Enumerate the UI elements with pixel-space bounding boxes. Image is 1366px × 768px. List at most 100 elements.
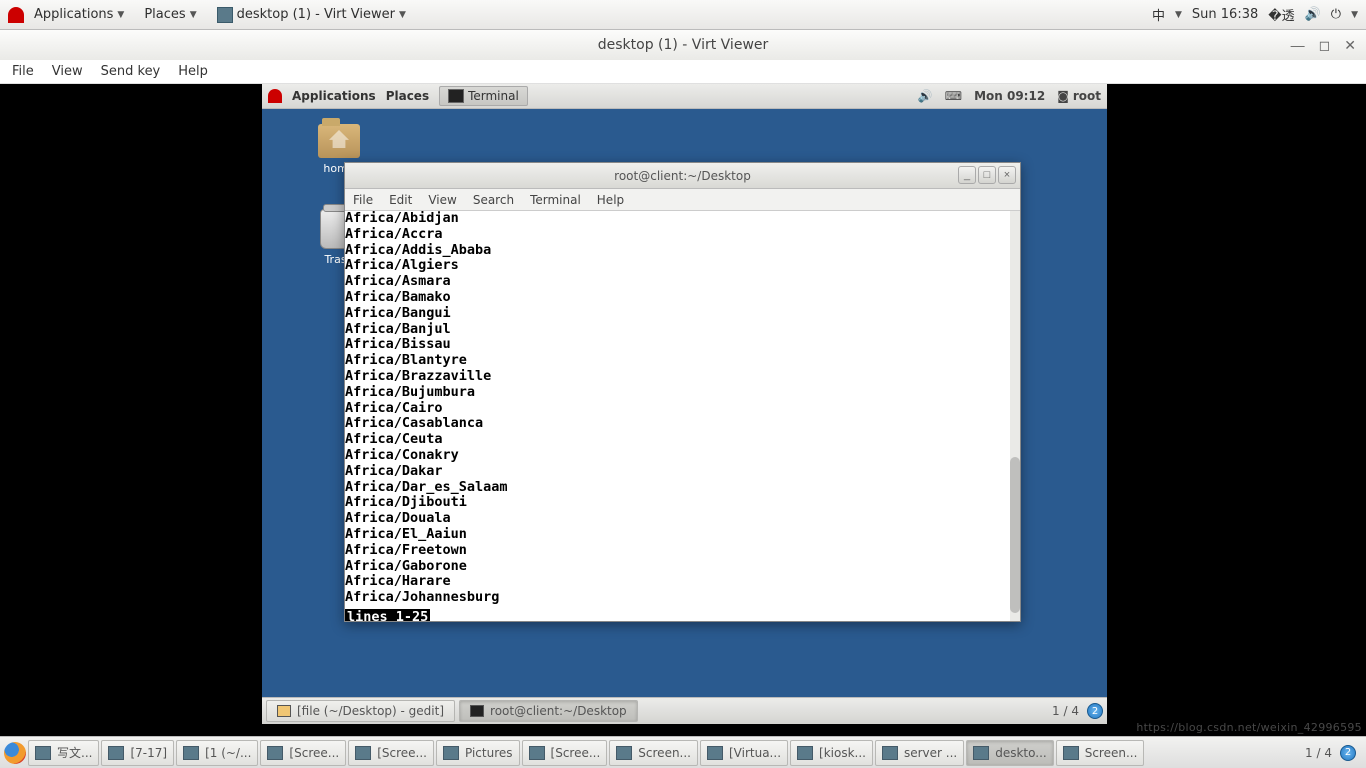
- taskbar-label: Pictures: [465, 746, 513, 760]
- guest-places-menu[interactable]: Places: [386, 89, 429, 103]
- app-icon: [1063, 746, 1079, 760]
- host-top-panel: Applications ▼ Places ▼ desktop (1) - Vi…: [0, 0, 1366, 30]
- guest-active-task[interactable]: Terminal: [439, 86, 528, 106]
- host-bottom-panel: 写文... [7-17] [1 (~/... [Scree... [Scree... Pi…: [0, 736, 1366, 768]
- host-taskbar-item[interactable]: [7-17]: [101, 740, 174, 766]
- virt-viewer-menubar: File View Send key Help: [0, 60, 1366, 84]
- host-taskbar-item[interactable]: [Scree...: [260, 740, 346, 766]
- host-taskbar-item[interactable]: [Scree...: [522, 740, 608, 766]
- terminal-menu-file[interactable]: File: [353, 193, 373, 207]
- app-icon: [529, 746, 545, 760]
- virt-viewer-window: desktop (1) - Virt Viewer — ◻ ✕ File Vie…: [0, 30, 1366, 736]
- user-icon: ◙: [1057, 89, 1069, 103]
- guest-applications-menu[interactable]: Applications: [292, 89, 376, 103]
- guest-top-panel: Applications Places Terminal 🔊 ⌨ Mon 09:…: [262, 84, 1107, 109]
- guest-volume-icon[interactable]: 🔊: [918, 89, 933, 103]
- power-icon[interactable]: ⏻: [1331, 7, 1341, 22]
- terminal-icon: [448, 89, 464, 103]
- clock[interactable]: Sun 16:38: [1192, 7, 1258, 22]
- host-taskbar-item[interactable]: 写文...: [28, 740, 99, 766]
- terminal-menu-help[interactable]: Help: [597, 193, 624, 207]
- taskbar-label: Screen...: [1085, 746, 1138, 760]
- app-icon: [267, 746, 283, 760]
- app-icon: [707, 746, 723, 760]
- terminal-icon: [470, 705, 484, 717]
- guest-display-frame: Applications Places Terminal 🔊 ⌨ Mon 09:…: [0, 84, 1366, 736]
- terminal-close-button[interactable]: ×: [998, 166, 1016, 184]
- terminal-output: Africa/Abidjan Africa/Accra Africa/Addis…: [345, 211, 1020, 606]
- app-icon: [797, 746, 813, 760]
- host-taskbar-item[interactable]: [kiosk...: [790, 740, 873, 766]
- app-icon: [973, 746, 989, 760]
- taskbar-label: [kiosk...: [819, 746, 866, 760]
- taskbar-label: [Scree...: [551, 746, 601, 760]
- taskbar-label: deskto...: [995, 746, 1046, 760]
- gedit-icon: [277, 705, 291, 717]
- taskbar-label: [Scree...: [289, 746, 339, 760]
- window-title: desktop (1) - Virt Viewer: [598, 37, 769, 53]
- guest-clock[interactable]: Mon 09:12: [974, 89, 1045, 103]
- app-icon: [183, 746, 199, 760]
- app-icon: [355, 746, 371, 760]
- terminal-window: root@client:~/Desktop _ □ × File Edit Vi…: [344, 162, 1021, 622]
- input-method-indicator[interactable]: 中: [1152, 5, 1165, 24]
- terminal-menu-edit[interactable]: Edit: [389, 193, 412, 207]
- workspace-switcher[interactable]: 2: [1087, 703, 1103, 719]
- terminal-scrollbar[interactable]: [1010, 211, 1020, 621]
- active-app-menu[interactable]: desktop (1) - Virt Viewer ▼: [213, 7, 410, 23]
- app-icon: [35, 746, 51, 760]
- terminal-maximize-button[interactable]: □: [978, 166, 996, 184]
- terminal-minimize-button[interactable]: _: [958, 166, 976, 184]
- host-taskbar-item[interactable]: [1 (~/...: [176, 740, 258, 766]
- scrollbar-thumb[interactable]: [1010, 457, 1020, 613]
- pager-status: lines 1-25: [345, 609, 430, 621]
- maximize-button[interactable]: ◻: [1319, 37, 1331, 54]
- terminal-title: root@client:~/Desktop: [614, 169, 751, 183]
- guest-desktop[interactable]: Applications Places Terminal 🔊 ⌨ Mon 09:…: [262, 84, 1107, 724]
- menu-sendkey[interactable]: Send key: [101, 64, 161, 79]
- wifi-icon[interactable]: �透: [1268, 5, 1294, 24]
- menu-help[interactable]: Help: [178, 64, 208, 79]
- taskbar-label: [Virtua...: [729, 746, 781, 760]
- minimize-button[interactable]: —: [1291, 37, 1305, 54]
- host-taskbar-item[interactable]: [Scree...: [348, 740, 434, 766]
- workspace-label: 1 / 4: [1052, 704, 1079, 718]
- host-taskbar-item[interactable]: [Virtua...: [700, 740, 788, 766]
- guest-distro-logo-icon: [268, 89, 282, 103]
- app-icon: [882, 746, 898, 760]
- close-button[interactable]: ✕: [1344, 37, 1356, 54]
- menu-view[interactable]: View: [52, 64, 83, 79]
- terminal-body[interactable]: Africa/Abidjan Africa/Accra Africa/Addis…: [345, 211, 1020, 621]
- taskbar-item-gedit[interactable]: [file (~/Desktop) - gedit]: [266, 700, 455, 722]
- applications-menu[interactable]: Applications ▼: [30, 7, 128, 22]
- terminal-menu-view[interactable]: View: [428, 193, 456, 207]
- host-taskbar-item[interactable]: Pictures: [436, 740, 520, 766]
- virt-viewer-titlebar[interactable]: desktop (1) - Virt Viewer — ◻ ✕: [0, 30, 1366, 60]
- guest-bottom-panel: [file (~/Desktop) - gedit] root@client:~…: [262, 697, 1107, 724]
- distro-logo-icon: [8, 7, 24, 23]
- taskbar-label: [1 (~/...: [205, 746, 251, 760]
- terminal-menu-terminal[interactable]: Terminal: [530, 193, 581, 207]
- app-icon: [443, 746, 459, 760]
- app-icon: [616, 746, 632, 760]
- terminal-menu-search[interactable]: Search: [473, 193, 514, 207]
- host-taskbar-item[interactable]: Screen...: [1056, 740, 1145, 766]
- watermark: https://blog.csdn.net/weixin_42996595: [1136, 721, 1362, 734]
- app-icon: [108, 746, 124, 760]
- taskbar-label: [Scree...: [377, 746, 427, 760]
- terminal-titlebar[interactable]: root@client:~/Desktop _ □ ×: [345, 163, 1020, 189]
- host-taskbar-item[interactable]: Screen...: [609, 740, 698, 766]
- volume-icon[interactable]: 🔊: [1305, 7, 1321, 22]
- host-workspace-switcher[interactable]: 2: [1340, 745, 1356, 761]
- taskbar-label: Screen...: [638, 746, 691, 760]
- guest-keyboard-icon[interactable]: ⌨: [945, 89, 962, 103]
- taskbar-item-terminal[interactable]: root@client:~/Desktop: [459, 700, 638, 722]
- firefox-launcher[interactable]: [4, 742, 26, 764]
- taskbar-label: 写文...: [57, 744, 92, 761]
- taskbar-label: [7-17]: [130, 746, 167, 760]
- menu-file[interactable]: File: [12, 64, 34, 79]
- guest-user-menu[interactable]: ◙root: [1057, 89, 1101, 103]
- places-menu[interactable]: Places ▼: [140, 7, 200, 22]
- host-taskbar-item[interactable]: deskto...: [966, 740, 1053, 766]
- host-taskbar-item[interactable]: server ...: [875, 740, 964, 766]
